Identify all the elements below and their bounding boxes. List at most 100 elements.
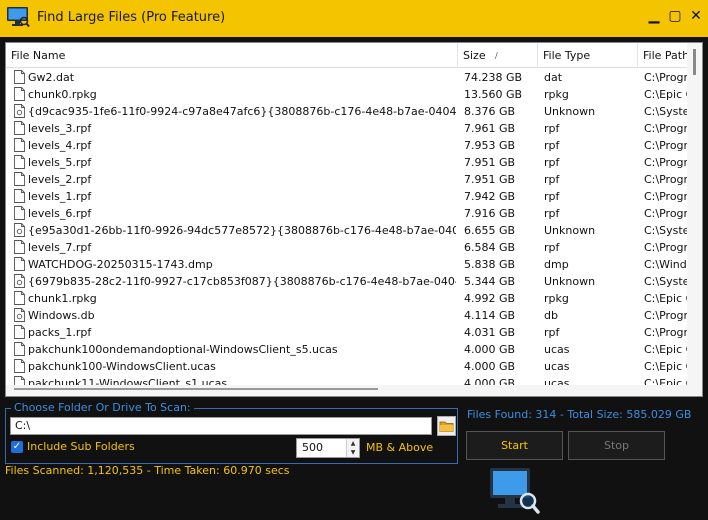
stepper-down-icon[interactable]: ▼ <box>347 448 359 457</box>
folder-icon <box>439 421 454 432</box>
scan-status: Files Scanned: 1,120,535 - Time Taken: 6… <box>5 464 290 477</box>
gear-file-icon <box>14 223 25 237</box>
file-size-cell: 13.560 GB <box>464 88 523 101</box>
file-icon <box>14 359 25 373</box>
table-row[interactable]: WATCHDOG-20250315-1743.dmp 5.838 GB dmp C:\… <box>6 256 688 273</box>
file-type-cell: rpkg <box>544 292 569 305</box>
file-path-cell: C:\Epic G <box>644 292 688 305</box>
file-name-cell: levels_3.rpf <box>28 122 92 135</box>
file-name-cell: levels_7.rpf <box>28 241 92 254</box>
file-size-cell: 6.655 GB <box>464 224 516 237</box>
file-name-cell: packs_1.rpf <box>28 326 92 339</box>
file-type-cell: rpf <box>544 241 560 254</box>
minimize-button[interactable]: ▁ <box>646 8 662 24</box>
file-size-cell: 5.344 GB <box>464 275 516 288</box>
files-found-summary: Files Found: 314 - Total Size: 585.029 G… <box>467 408 692 421</box>
min-size-label: MB & Above <box>366 441 434 454</box>
folder-path-input[interactable]: C:\ <box>10 417 432 435</box>
column-file-type[interactable]: File Type <box>538 43 638 68</box>
file-path-cell: C:\Progr <box>644 173 688 186</box>
table-row[interactable]: levels_5.rpf 7.951 GB rpf C:\Progr <box>6 154 688 171</box>
file-icon <box>14 155 25 169</box>
file-path-cell: C:\Systen <box>644 275 688 288</box>
column-size[interactable]: Size ∕ <box>458 43 538 68</box>
gear-file-icon <box>14 308 25 322</box>
file-name-cell: WATCHDOG-20250315-1743.dmp <box>28 258 213 271</box>
file-name-cell: levels_6.rpf <box>28 207 92 220</box>
table-row[interactable]: levels_7.rpf 6.584 GB rpf C:\Progr <box>6 239 688 256</box>
stepper-up-icon[interactable]: ▲ <box>347 439 359 448</box>
table-row[interactable]: chunk0.rpkg 13.560 GB rpkg C:\Epic G <box>6 86 688 103</box>
table-row[interactable]: packs_1.rpf 4.031 GB rpf C:\Progr <box>6 324 688 341</box>
file-name-cell: pakchunk100ondemandoptional-WindowsClien… <box>28 343 338 356</box>
file-path-cell: C:\Progr <box>644 156 688 169</box>
include-subfolders-checkbox[interactable]: ✓ <box>11 441 23 453</box>
close-button[interactable]: ✕ <box>688 8 704 24</box>
min-size-value[interactable]: 500 <box>302 441 323 454</box>
stepper-buttons: ▲ ▼ <box>346 439 359 457</box>
table-row[interactable]: Gw2.dat 74.238 GB dat C:\Progr <box>6 69 688 86</box>
table-row[interactable]: levels_2.rpf 7.951 GB rpf C:\Progr <box>6 171 688 188</box>
file-icon <box>14 342 25 356</box>
file-path-cell: C:\Progr <box>644 122 688 135</box>
file-name-cell: {e95a30d1-26bb-11f0-9926-94dc577e8572}{3… <box>28 224 456 237</box>
table-row[interactable]: levels_1.rpf 7.942 GB rpf C:\Progr <box>6 188 688 205</box>
file-size-cell: 7.942 GB <box>464 190 516 203</box>
table-row[interactable]: levels_6.rpf 7.916 GB rpf C:\Progr <box>6 205 688 222</box>
scan-group-label: Choose Folder Or Drive To Scan: <box>11 401 194 414</box>
file-type-cell: db <box>544 309 558 322</box>
horizontal-scrollbar[interactable] <box>6 385 688 396</box>
file-size-cell: 4.114 GB <box>464 309 516 322</box>
file-path-cell: C:\Epic G <box>644 343 688 356</box>
file-icon <box>14 138 25 152</box>
file-name-cell: Gw2.dat <box>28 71 75 84</box>
include-subfolders-label: Include Sub Folders <box>27 440 135 453</box>
file-type-cell: ucas <box>544 360 570 373</box>
file-type-cell: dmp <box>544 258 569 271</box>
stop-button[interactable]: Stop <box>568 431 665 460</box>
file-path-cell: C:\Progr <box>644 326 688 339</box>
file-type-cell: rpkg <box>544 88 569 101</box>
main-window: File Name Size ∕ File Type File Path Gw2… <box>0 37 708 520</box>
maximize-button[interactable]: ▢ <box>667 8 683 24</box>
file-name-cell: levels_4.rpf <box>28 139 92 152</box>
file-list: File Name Size ∕ File Type File Path Gw2… <box>5 42 703 397</box>
file-type-cell: rpf <box>544 139 560 152</box>
table-row[interactable]: {d9cac935-1fe6-11f0-9924-c97a8e47afc6}{3… <box>6 103 688 120</box>
table-row[interactable]: pakchunk100-WindowsClient.ucas 4.000 GB uc… <box>6 358 688 375</box>
file-path-cell: C:\Systen <box>644 105 688 118</box>
file-size-cell: 5.838 GB <box>464 258 516 271</box>
file-icon <box>14 70 25 84</box>
table-row[interactable]: {6979b835-28c2-11f0-9927-c17cb853f087}{3… <box>6 273 688 290</box>
start-button[interactable]: Start <box>466 431 563 460</box>
file-icon <box>14 291 25 305</box>
file-type-cell: rpf <box>544 173 560 186</box>
table-row[interactable]: {e95a30d1-26bb-11f0-9926-94dc577e8572}{3… <box>6 222 688 239</box>
file-icon <box>14 121 25 135</box>
file-size-cell: 4.000 GB <box>464 360 516 373</box>
file-path-cell: C:\Progr <box>644 207 688 220</box>
monitor-search-icon <box>490 468 540 514</box>
vertical-scroll-thumb[interactable] <box>693 49 696 75</box>
table-row[interactable]: Windows.db 4.114 GB db C:\Progr <box>6 307 688 324</box>
column-file-name[interactable]: File Name <box>6 43 458 68</box>
table-row[interactable]: chunk1.rpkg 4.992 GB rpkg C:\Epic G <box>6 290 688 307</box>
file-name-cell: pakchunk100-WindowsClient.ucas <box>28 360 216 373</box>
vertical-scrollbar[interactable] <box>687 43 702 396</box>
column-file-path[interactable]: File Path <box>638 43 688 68</box>
file-type-cell: rpf <box>544 190 560 203</box>
file-path-cell: C:\Progr <box>644 71 688 84</box>
min-size-stepper[interactable]: 500 ▲ ▼ <box>296 438 360 458</box>
file-path-cell: C:\Windc <box>644 258 688 271</box>
file-icon <box>14 189 25 203</box>
table-row[interactable]: pakchunk100ondemandoptional-WindowsClien… <box>6 341 688 358</box>
file-name-cell: levels_5.rpf <box>28 156 92 169</box>
file-path-cell: C:\Progr <box>644 309 688 322</box>
file-size-cell: 74.238 GB <box>464 71 523 84</box>
horizontal-scroll-thumb[interactable] <box>14 388 378 390</box>
gear-file-icon <box>14 104 25 118</box>
table-row[interactable]: levels_4.rpf 7.953 GB rpf C:\Progr <box>6 137 688 154</box>
file-name-cell: chunk1.rpkg <box>28 292 97 305</box>
table-row[interactable]: levels_3.rpf 7.961 GB rpf C:\Progr <box>6 120 688 137</box>
browse-folder-button[interactable] <box>437 416 456 436</box>
